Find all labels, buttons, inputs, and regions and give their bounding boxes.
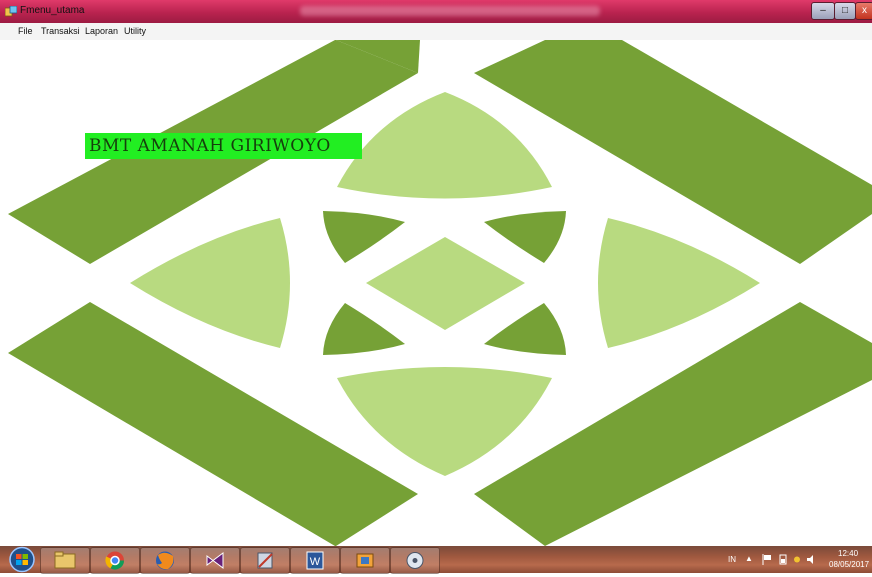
firefox-icon bbox=[156, 551, 174, 570]
logo-inner-bottom-left bbox=[323, 303, 405, 355]
clock-time[interactable]: 12:40 bbox=[838, 549, 858, 558]
logo-inner-bottom-right bbox=[484, 303, 566, 355]
logo-petal-top bbox=[337, 92, 552, 199]
tools-icon bbox=[257, 552, 273, 569]
title-bar[interactable]: Fmenu_utama – □ x bbox=[0, 0, 872, 23]
logo-petal-right bbox=[598, 218, 760, 348]
logo-inner-top-right bbox=[484, 211, 566, 263]
company-logo bbox=[8, 40, 872, 546]
maximize-button[interactable]: □ bbox=[834, 2, 856, 20]
taskbar-explorer-button[interactable] bbox=[40, 547, 90, 574]
taskbar-media-button[interactable] bbox=[390, 547, 440, 574]
taskbar: W IN ▲ 12:40 08/05/2017 bbox=[0, 546, 872, 574]
logo-petal-left bbox=[130, 218, 290, 348]
menu-bar: File Transaksi Laporan Utility bbox=[0, 23, 872, 40]
window-title: Fmenu_utama bbox=[20, 5, 85, 16]
taskbar-firefox-button[interactable] bbox=[140, 547, 190, 574]
folder-app-icon bbox=[356, 553, 374, 568]
taskbar-tools-button[interactable] bbox=[240, 547, 290, 574]
taskbar-folder-app-button[interactable] bbox=[340, 547, 390, 574]
start-button-icon[interactable] bbox=[8, 546, 36, 573]
chrome-icon bbox=[105, 551, 124, 570]
menu-file[interactable]: File bbox=[18, 26, 33, 36]
minimize-button[interactable]: – bbox=[811, 2, 835, 20]
main-canvas: BMT AMANAH GIRIWOYO bbox=[0, 40, 872, 546]
volume-icon[interactable] bbox=[806, 554, 817, 565]
close-button[interactable]: x bbox=[855, 2, 872, 20]
menu-laporan[interactable]: Laporan bbox=[85, 26, 118, 36]
word-icon: W bbox=[306, 551, 324, 570]
company-name-label: BMT AMANAH GIRIWOYO bbox=[85, 133, 362, 159]
taskbar-visual-studio-button[interactable] bbox=[190, 547, 240, 574]
network-icon[interactable] bbox=[793, 555, 801, 564]
menu-utility[interactable]: Utility bbox=[124, 26, 146, 36]
logo-petal-center bbox=[366, 237, 525, 330]
media-icon bbox=[406, 552, 424, 569]
battery-icon[interactable] bbox=[779, 554, 787, 565]
menu-transaksi[interactable]: Transaksi bbox=[41, 26, 80, 36]
blurred-window-caption bbox=[300, 6, 600, 16]
taskbar-chrome-button[interactable] bbox=[90, 547, 140, 574]
app-icon bbox=[5, 6, 17, 17]
visual-studio-icon bbox=[206, 552, 224, 569]
taskbar-word-button[interactable]: W bbox=[290, 547, 340, 574]
explorer-icon bbox=[54, 551, 76, 569]
language-indicator[interactable]: IN bbox=[728, 555, 736, 564]
svg-text:W: W bbox=[310, 556, 321, 568]
logo-inner-top-left bbox=[323, 211, 405, 263]
flag-icon[interactable] bbox=[762, 554, 772, 565]
clock-date[interactable]: 08/05/2017 bbox=[829, 560, 869, 569]
show-hidden-icons-icon[interactable]: ▲ bbox=[745, 554, 753, 563]
logo-petal-bottom bbox=[337, 367, 552, 476]
